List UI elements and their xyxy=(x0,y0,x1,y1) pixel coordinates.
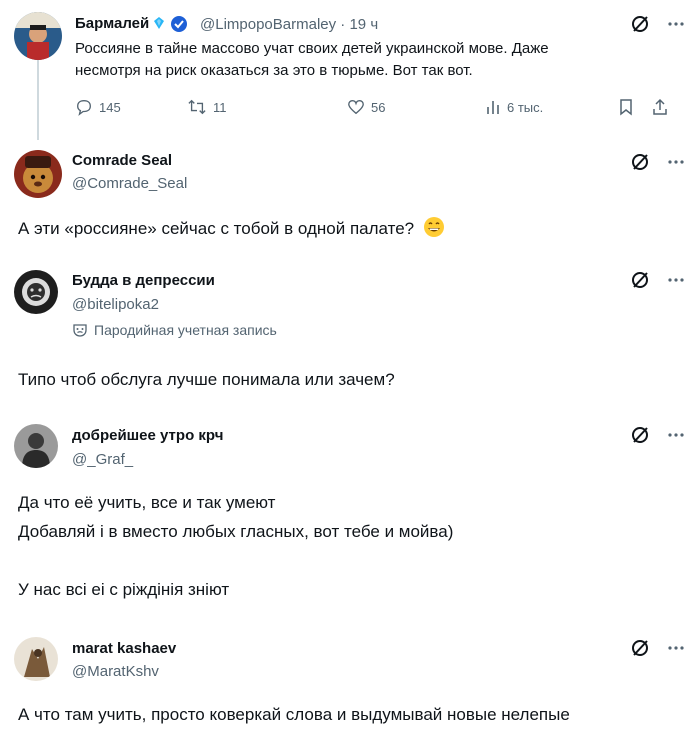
tweet-text-line: Россияне в тайне массово учат своих дете… xyxy=(75,40,549,57)
tweet-text-line: А эти «россияне» сейчас с тобой в одной … xyxy=(18,219,415,238)
reply-tweet[interactable]: добрейшее утро крч @_Graf_ Да что её учи… xyxy=(0,410,700,625)
grok-icon[interactable] xyxy=(630,270,650,290)
more-icon[interactable] xyxy=(666,425,686,445)
tweet-text-line: А что там учить, просто коверкай слова и… xyxy=(18,705,570,724)
more-icon[interactable] xyxy=(666,152,686,172)
tweet-text: А эти «россияне» сейчас с тобой в одной … xyxy=(18,216,445,246)
tweet-actions: 145 11 56 6 тыс. xyxy=(75,96,675,120)
tweet-text: Да что её учить, все и так умеют Добавля… xyxy=(18,488,453,604)
share-icon xyxy=(653,98,667,115)
user-handle[interactable]: @_Graf_ xyxy=(72,451,133,468)
share-button[interactable] xyxy=(651,98,669,116)
reply-icon xyxy=(77,100,91,116)
repost-icon xyxy=(188,99,206,115)
views-button[interactable]: 6 тыс. xyxy=(485,98,543,116)
reply-count: 145 xyxy=(99,99,121,115)
reply-tweet[interactable]: Будда в депрессии @bitelipoka2 Пародийна… xyxy=(0,255,700,395)
tweet-text: Типо чтоб обслуга лучше понимала или зач… xyxy=(18,367,395,393)
thread-line xyxy=(37,60,39,140)
tweet-text-line: Типо чтоб обслуга лучше понимала или зач… xyxy=(18,370,395,389)
parody-label-text: Пародийная учетная запись xyxy=(94,322,277,338)
avatar-image xyxy=(14,424,58,468)
theater-mask-icon xyxy=(73,324,87,337)
more-icon[interactable] xyxy=(666,638,686,658)
post-time[interactable]: 19 ч xyxy=(349,16,378,33)
repost-count: 11 xyxy=(213,99,227,115)
tweet-text-line: Да что её учить, все и так умеют xyxy=(18,493,276,512)
avatar[interactable] xyxy=(14,270,58,314)
tweet-text: Россияне в тайне массово учат своих дете… xyxy=(75,38,549,82)
display-name[interactable]: Comrade Seal xyxy=(72,152,172,169)
grinning-emoji-icon xyxy=(423,216,445,246)
avatar-image xyxy=(14,12,62,60)
tweet-text-line: несмотря на риск оказаться за это в тюрь… xyxy=(75,62,473,79)
reply-tweet[interactable]: Comrade Seal @Comrade_Seal А эти «россия… xyxy=(0,140,700,255)
repost-button[interactable]: 11 xyxy=(187,98,227,116)
user-handle[interactable]: @Comrade_Seal xyxy=(72,175,187,192)
grok-icon[interactable] xyxy=(630,638,650,658)
avatar[interactable] xyxy=(14,150,62,198)
user-handle[interactable]: @LimpopoBarmaley xyxy=(200,16,336,33)
display-name[interactable]: Будда в депрессии xyxy=(72,272,215,289)
avatar[interactable] xyxy=(14,637,58,681)
bookmark-button[interactable] xyxy=(618,98,634,116)
avatar-image xyxy=(14,150,62,198)
display-name[interactable]: добрейшее утро крч xyxy=(72,427,223,444)
avatar[interactable] xyxy=(14,424,58,468)
avatar-image xyxy=(14,270,58,314)
reply-button[interactable]: 145 xyxy=(75,98,121,116)
avatar[interactable] xyxy=(14,12,62,60)
avatar-image xyxy=(14,637,58,681)
like-icon xyxy=(348,100,364,115)
tweet-text: А что там учить, просто коверкай слова и… xyxy=(18,702,570,728)
grok-icon[interactable] xyxy=(630,14,650,34)
tweet-text-line: Добавляй і в вместо любых гласных, вот т… xyxy=(18,522,454,541)
tweet-text-line xyxy=(18,546,453,575)
more-icon[interactable] xyxy=(666,14,686,34)
display-name[interactable]: marat kashaev xyxy=(72,640,176,657)
reply-tweet[interactable]: marat kashaev @MaratKshv А что там учить… xyxy=(0,625,700,747)
grok-icon[interactable] xyxy=(630,425,650,445)
bookmark-icon xyxy=(620,99,632,116)
display-name[interactable]: Бармалей xyxy=(75,15,149,32)
tweet-text-line: У нас всі еі с ріждінія зніют xyxy=(18,580,230,599)
views-icon xyxy=(487,101,499,114)
views-count: 6 тыс. xyxy=(507,99,544,115)
user-handle[interactable]: @MaratKshv xyxy=(72,663,159,680)
user-handle[interactable]: @bitelipoka2 xyxy=(72,296,159,313)
like-count: 56 xyxy=(371,99,386,115)
verified-badge-icon xyxy=(152,15,192,38)
grok-icon[interactable] xyxy=(630,152,650,172)
more-icon[interactable] xyxy=(666,270,686,290)
like-button[interactable]: 56 xyxy=(347,98,385,116)
parody-label: Пародийная учетная запись xyxy=(72,322,277,338)
